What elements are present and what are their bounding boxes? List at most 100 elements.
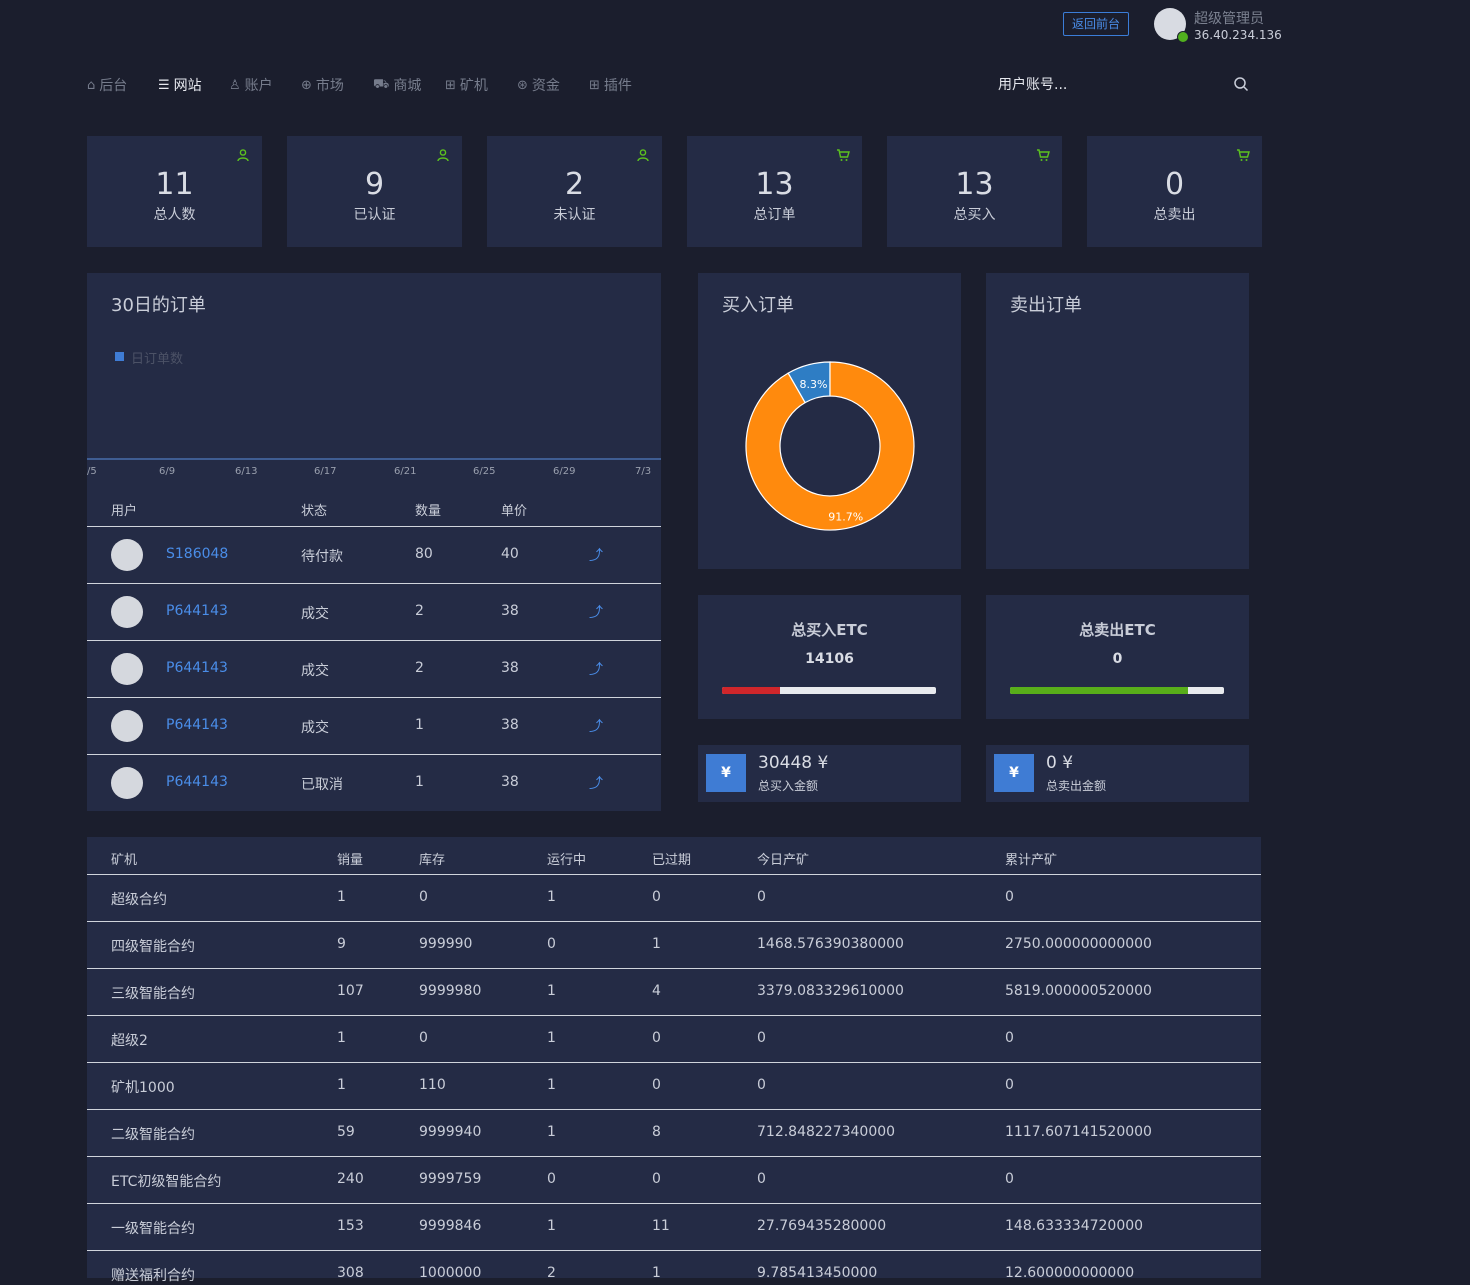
column-header-total-output: 累计产矿 xyxy=(1005,853,1058,868)
stat-value: 9 xyxy=(364,167,385,202)
chart-legend[interactable]: 日订单数 xyxy=(131,348,183,367)
x-tick-label: 6/29 xyxy=(553,466,576,477)
miner-name: 超级2 xyxy=(111,1033,148,1049)
miner-sales: 1 xyxy=(337,1030,346,1046)
nav-item-shop[interactable]: ⛟ 商城 xyxy=(373,74,421,96)
open-link-icon[interactable]: ⤴ xyxy=(589,545,603,565)
miner-today-output: 9.785413450000 xyxy=(757,1265,878,1281)
stat-label: 已认证 xyxy=(353,207,396,223)
open-link-icon[interactable]: ⤴ xyxy=(589,602,603,622)
column-header-user: 用户 xyxy=(111,504,138,519)
open-link-icon[interactable]: ⤴ xyxy=(589,773,603,793)
nav-item-miner[interactable]: ⊞ 矿机 xyxy=(445,74,488,96)
column-header-sales: 销量 xyxy=(337,853,364,868)
miner-sales: 308 xyxy=(337,1265,364,1281)
order-qty: 1 xyxy=(415,774,424,790)
back-to-frontend-button[interactable]: 返回前台 xyxy=(1063,12,1129,36)
miner-stock: 9999940 xyxy=(419,1124,482,1140)
cart-icon xyxy=(1237,149,1250,161)
miner-name: 三级智能合约 xyxy=(111,986,195,1002)
open-link-icon[interactable]: ⤴ xyxy=(589,659,603,679)
stat-card-total-sell: 0 总卖出 xyxy=(1087,136,1262,247)
column-header-miner: 矿机 xyxy=(111,853,138,868)
order-qty: 2 xyxy=(415,660,424,676)
miner-expired: 0 xyxy=(652,1077,661,1093)
miner-expired: 1 xyxy=(652,936,661,952)
miner-running: 0 xyxy=(547,1171,556,1187)
total-title: 总卖出ETC xyxy=(1079,621,1156,639)
miner-sales: 9 xyxy=(337,936,346,952)
legend-swatch xyxy=(115,352,124,361)
x-tick-label: 7/3 xyxy=(635,466,652,477)
order-status: 待付款 xyxy=(301,549,343,565)
pie-slice[interactable] xyxy=(745,361,915,531)
order-user-link[interactable]: P644143 xyxy=(166,774,228,790)
home-icon: ⌂ xyxy=(87,77,96,93)
miner-stock: 9999980 xyxy=(419,983,482,999)
order-user-link[interactable]: P644143 xyxy=(166,603,228,619)
user-name: 超级管理员 xyxy=(1194,11,1264,27)
nav-item-market[interactable]: ⊕ 市场 xyxy=(301,74,344,96)
amount-label: 总买入金额 xyxy=(758,779,819,793)
row-divider xyxy=(87,1203,1261,1204)
nav-item-account[interactable]: ♙ 账户 xyxy=(229,74,273,96)
miner-sales: 1 xyxy=(337,889,346,905)
row-divider xyxy=(87,1109,1261,1110)
column-header-today-output: 今日产矿 xyxy=(757,853,810,868)
miner-running: 1 xyxy=(547,1218,556,1234)
order-user-link[interactable]: P644143 xyxy=(166,717,228,733)
miner-running: 1 xyxy=(547,1124,556,1140)
order-user-link[interactable]: P644143 xyxy=(166,660,228,676)
pie-slice-label: 8.3% xyxy=(800,378,828,391)
avatar xyxy=(111,767,143,799)
progress-fill xyxy=(1010,687,1188,694)
total-buy-etc-card: 总买入ETC 14106 xyxy=(698,595,961,719)
order-price: 38 xyxy=(501,717,519,733)
miner-today-output: 27.769435280000 xyxy=(757,1218,887,1234)
miner-expired: 0 xyxy=(652,1030,661,1046)
miner-name: ETC初级智能合约 xyxy=(111,1174,222,1190)
row-divider xyxy=(87,754,661,755)
avatar xyxy=(111,710,143,742)
nav-item-plugins[interactable]: ⊞ 插件 xyxy=(589,74,632,96)
miner-running: 1 xyxy=(547,889,556,905)
nav-label: 商城 xyxy=(393,78,422,94)
order-qty: 80 xyxy=(415,546,433,562)
order-user-link[interactable]: S186048 xyxy=(166,546,228,562)
miner-name: 一级智能合约 xyxy=(111,1221,195,1237)
column-header-status: 状态 xyxy=(301,504,328,519)
miner-expired: 1 xyxy=(652,1265,661,1281)
column-header-expired: 已过期 xyxy=(652,853,692,868)
nav-item-funds[interactable]: ⊛ 资金 xyxy=(517,74,560,96)
row-divider xyxy=(87,921,1261,922)
stat-value: 11 xyxy=(155,167,194,202)
nav-item-website[interactable]: ☰ 网站 xyxy=(158,74,202,96)
user-icon xyxy=(637,149,649,162)
stat-card-total-buy: 13 总买入 xyxy=(887,136,1062,247)
miner-running: 2 xyxy=(547,1265,556,1281)
miner-total-output: 0 xyxy=(1005,889,1014,905)
search-input[interactable] xyxy=(998,72,1218,98)
cart-icon: ⛟ xyxy=(373,76,390,92)
miner-name: 四级智能合约 xyxy=(111,939,195,955)
yen-icon: ¥ xyxy=(994,754,1034,792)
nav-item-backend[interactable]: ⌂ 后台 xyxy=(87,74,127,96)
miner-total-output: 2750.000000000000 xyxy=(1005,936,1152,952)
column-header-stock: 库存 xyxy=(419,853,446,868)
miner-stock: 9999759 xyxy=(419,1171,482,1187)
search-icon[interactable] xyxy=(1233,76,1249,92)
miner-table-panel xyxy=(87,837,1261,1278)
progress-bar xyxy=(1010,687,1224,694)
miner-sales: 153 xyxy=(337,1218,364,1234)
panel-title: 30日的订单 xyxy=(111,295,206,316)
avatar xyxy=(111,596,143,628)
row-divider xyxy=(87,1015,1261,1016)
stat-card-verified: 9 已认证 xyxy=(287,136,462,247)
row-divider xyxy=(87,640,661,641)
miner-stock: 0 xyxy=(419,1030,428,1046)
order-qty: 2 xyxy=(415,603,424,619)
nav-label: 资金 xyxy=(531,78,560,94)
miner-today-output: 0 xyxy=(757,1030,766,1046)
open-link-icon[interactable]: ⤴ xyxy=(589,716,603,736)
nav-label: 网站 xyxy=(173,78,202,94)
